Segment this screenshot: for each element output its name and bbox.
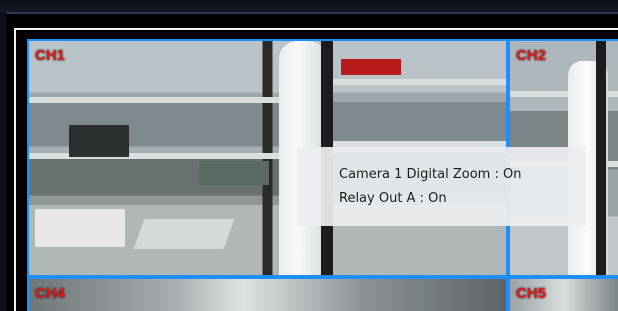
pole: [596, 41, 606, 275]
shelf: [29, 97, 279, 103]
camera-feed-ch4: [29, 279, 506, 311]
shelf: [329, 79, 506, 85]
channel-label-ch1: CH1: [35, 47, 66, 64]
equipment: [341, 59, 401, 75]
title-bar: [0, 0, 618, 12]
box: [35, 209, 125, 247]
channel-label-ch4: CH4: [35, 285, 66, 302]
equipment: [69, 125, 129, 157]
camera-tile-ch4[interactable]: CH4: [27, 277, 508, 311]
shelf: [29, 153, 279, 159]
channel-label-ch2: CH2: [516, 47, 547, 64]
channel-label-ch5: CH5: [516, 285, 547, 302]
box: [133, 219, 235, 249]
equipment: [199, 161, 269, 185]
digital-zoom-status: Camera 1 Digital Zoom : On: [339, 167, 522, 182]
relay-status: Relay Out A : On: [339, 191, 447, 206]
osd-status-popup: Camera 1 Digital Zoom : On Relay Out A :…: [297, 147, 586, 226]
camera-tile-ch5[interactable]: CH5: [508, 277, 618, 311]
